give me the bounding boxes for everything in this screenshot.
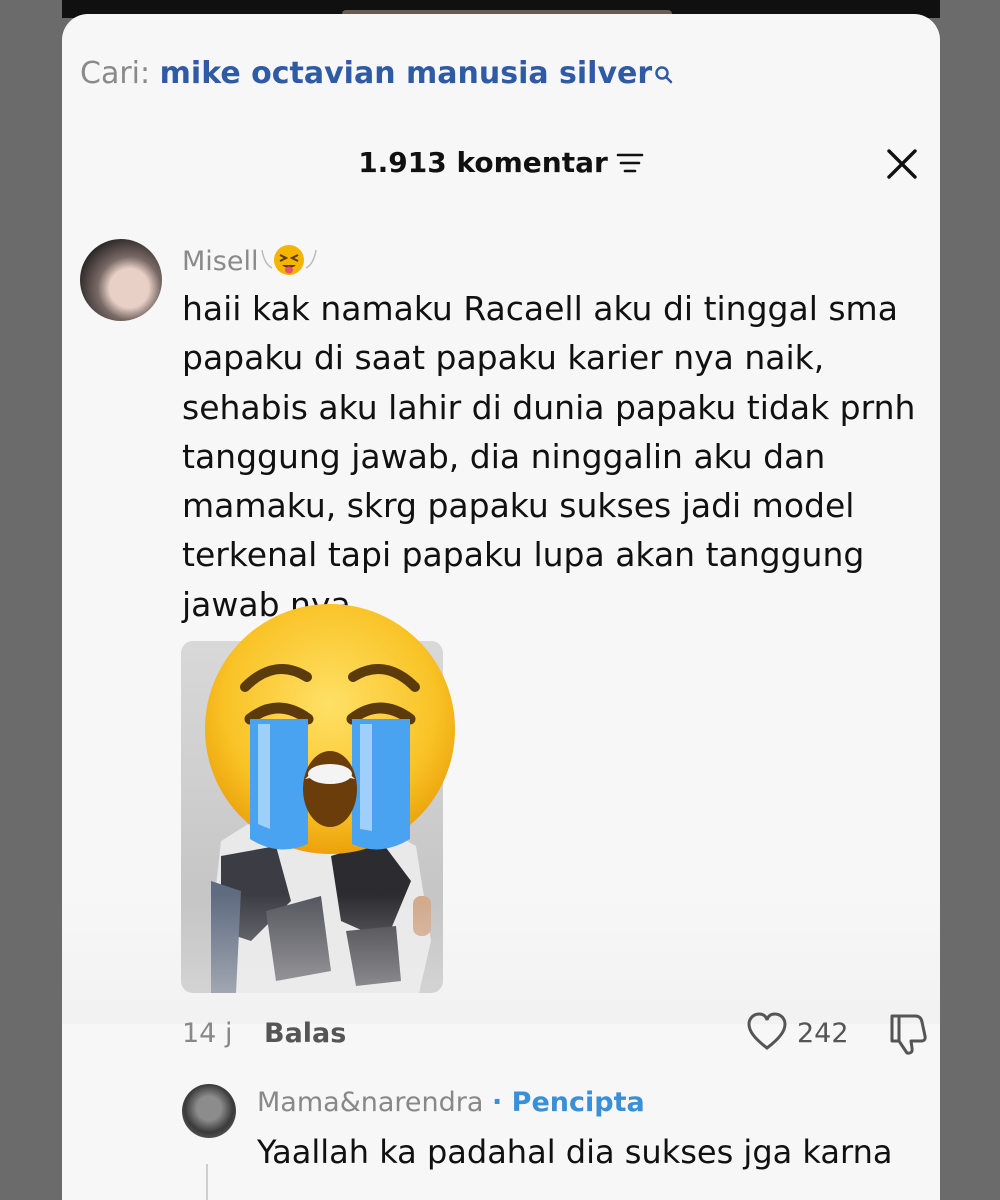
filter-icon[interactable]: [616, 148, 644, 181]
avatar[interactable]: [80, 239, 162, 321]
close-icon[interactable]: [884, 146, 920, 182]
comments-header: 1.913 komentar: [62, 146, 940, 181]
reply-username-line: Mama&narendra · Pencipta: [257, 1087, 645, 1118]
reply-text: Yaallah ka padahal dia sukses jga karna: [257, 1133, 893, 1171]
comment-text: haii kak namaku Racaell aku di tinggal s…: [182, 289, 916, 624]
reply-button[interactable]: Balas: [264, 1018, 346, 1049]
thread-line: [206, 1164, 208, 1200]
reply-username[interactable]: Mama&narendra: [257, 1087, 483, 1118]
comment-username[interactable]: Misell: [182, 240, 318, 285]
search-icon[interactable]: [654, 58, 674, 93]
like-count: 242: [797, 1018, 849, 1049]
search-suggestion[interactable]: Cari: mike octavian manusia silver: [80, 56, 674, 93]
search-label: Cari:: [80, 56, 151, 91]
comments-panel: Cari: mike octavian manusia silver 1.913…: [62, 14, 940, 1200]
comment-time: 14 j: [182, 1018, 233, 1049]
creator-badge: · Pencipta: [492, 1087, 645, 1118]
crying-emoji-icon: [200, 599, 460, 859]
dislike-icon[interactable]: [887, 1012, 929, 1060]
emoji-icon: [260, 240, 318, 285]
reply-avatar[interactable]: [182, 1084, 236, 1138]
heart-icon[interactable]: [746, 1012, 788, 1056]
username-text[interactable]: Misell: [182, 246, 258, 277]
bottom-fade: [62, 894, 940, 1024]
comment-count: 1.913 komentar: [358, 146, 608, 179]
search-query[interactable]: mike octavian manusia silver: [160, 56, 653, 91]
